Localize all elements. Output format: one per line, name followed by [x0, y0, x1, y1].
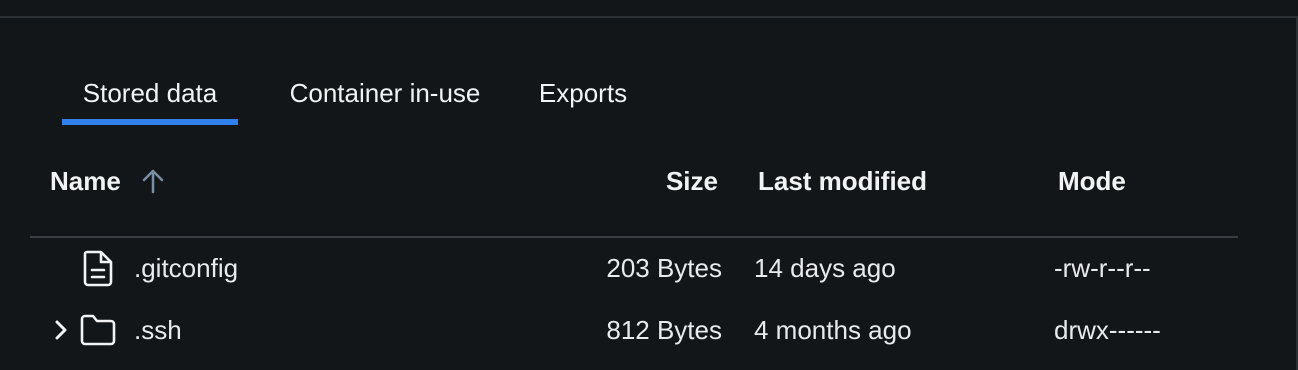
- arrow-up-icon[interactable]: [141, 167, 165, 195]
- tab-exports-label: Exports: [538, 77, 628, 108]
- tab-bar: Stored data Container in-use Exports: [62, 66, 648, 126]
- column-header-name[interactable]: Name: [50, 164, 165, 198]
- folder-icon: [78, 300, 118, 360]
- column-header-name-label: Name: [50, 166, 121, 196]
- file-icon: [78, 238, 118, 298]
- column-header-mode[interactable]: Mode: [1058, 164, 1126, 198]
- chevron-right-icon[interactable]: [50, 300, 72, 360]
- file-browser-panel: Stored data Container in-use Exports Nam…: [0, 0, 1298, 370]
- top-divider: [0, 16, 1296, 18]
- file-last-modified: 14 days ago: [754, 253, 896, 283]
- table-row[interactable]: .gitconfig 203 Bytes 14 days ago -rw-r--…: [30, 238, 1238, 298]
- folder-size: 812 Bytes: [606, 315, 722, 345]
- column-header-size[interactable]: Size: [666, 164, 718, 198]
- file-mode: -rw-r--r--: [1054, 253, 1151, 283]
- tab-stored-data-label: Stored data: [82, 77, 218, 108]
- tab-container-in-use-label: Container in-use: [289, 77, 481, 108]
- table-row[interactable]: .ssh 812 Bytes 4 months ago drwx------: [30, 300, 1238, 360]
- folder-mode: drwx------: [1054, 315, 1161, 345]
- folder-last-modified: 4 months ago: [754, 315, 912, 345]
- column-header-last-modified[interactable]: Last modified: [758, 164, 927, 198]
- tab-container-in-use[interactable]: Container in-use: [260, 66, 510, 120]
- folder-name[interactable]: .ssh: [134, 300, 182, 360]
- active-tab-indicator: [62, 119, 238, 125]
- file-size: 203 Bytes: [606, 253, 722, 283]
- tab-exports[interactable]: Exports: [518, 66, 648, 120]
- file-name[interactable]: .gitconfig: [134, 238, 238, 298]
- tab-stored-data[interactable]: Stored data: [62, 66, 238, 125]
- table-header: Name Size Last modified Mode: [30, 150, 1238, 238]
